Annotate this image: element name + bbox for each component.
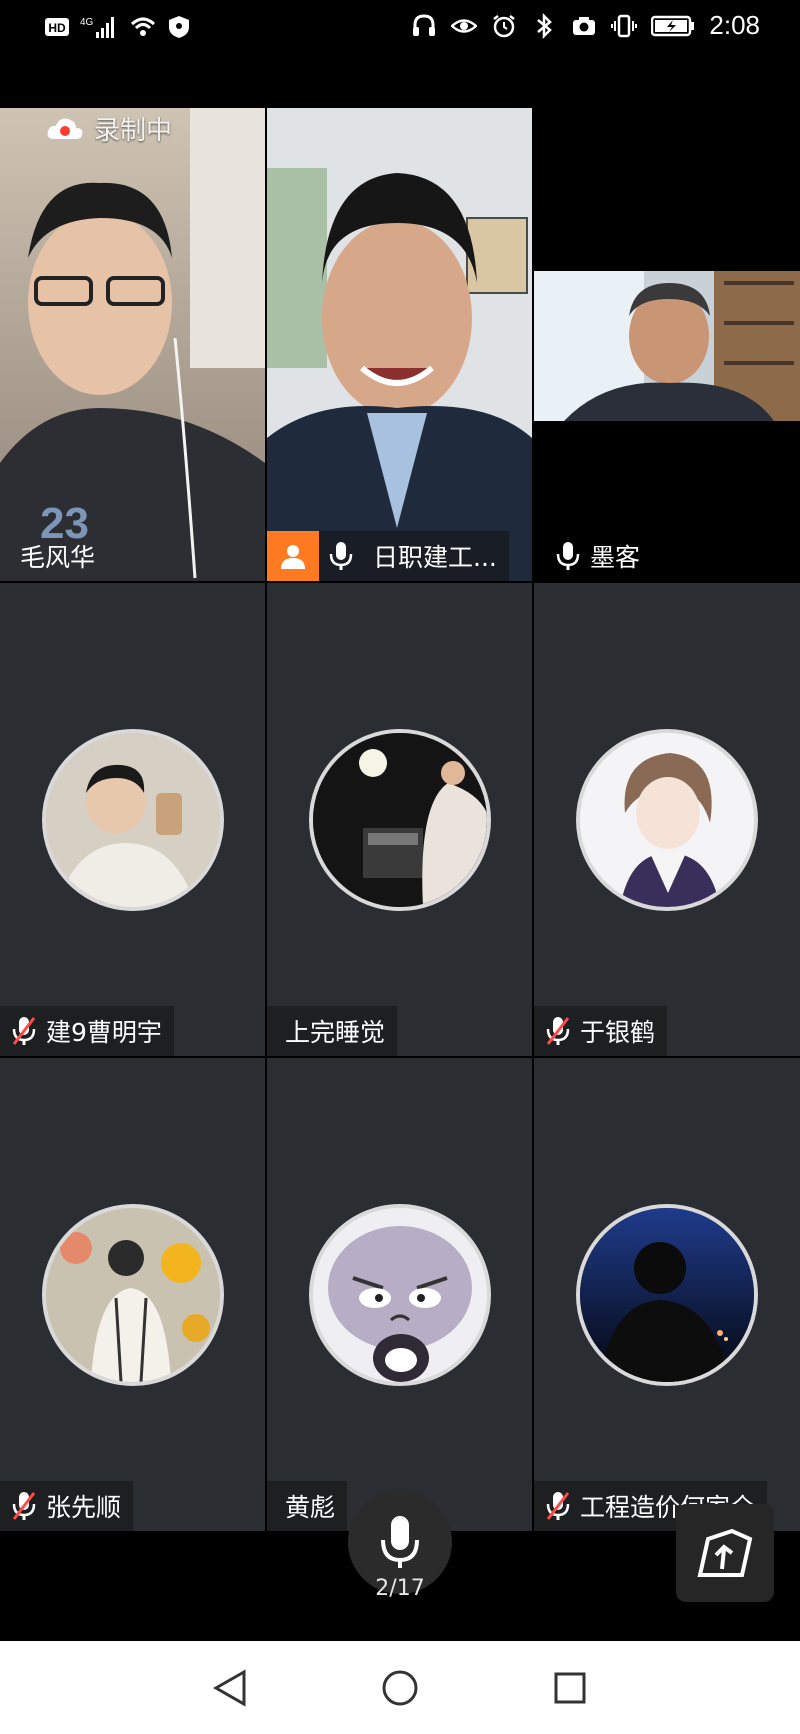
avatar xyxy=(308,728,491,911)
avatar xyxy=(576,1203,758,1386)
vibrate-icon xyxy=(611,14,638,37)
mic-on-icon xyxy=(329,542,353,570)
avatar-image xyxy=(580,1207,754,1382)
participant-grid: 23 录制中 毛风华 日职建工... 墨客 建9曹明宇 上完睡觉 于银鹤 张先顺… xyxy=(0,108,800,1531)
cloud-record-icon xyxy=(47,118,83,139)
avatar xyxy=(41,728,224,911)
system-nav-bar xyxy=(0,1641,800,1734)
hd-icon: HD xyxy=(45,18,69,36)
mic-muted-icon xyxy=(546,1492,570,1520)
participant-tile[interactable]: 上完睡觉 xyxy=(267,583,532,1056)
participant-tile[interactable]: 黄彪 xyxy=(267,1058,532,1531)
name-label-bar: 张先顺 xyxy=(0,1481,134,1531)
name-label-bar: 日职建工... xyxy=(267,531,509,581)
participant-name: 毛风华 xyxy=(20,543,96,572)
avatar xyxy=(576,728,758,911)
participant-name: 建9曹明宇 xyxy=(46,1018,162,1047)
4g-signal-icon: 4G xyxy=(80,17,114,38)
eye-icon xyxy=(451,18,478,33)
avatar-image xyxy=(580,732,754,907)
avatar xyxy=(41,1203,224,1386)
clock: 2:08 xyxy=(709,10,760,40)
back-icon xyxy=(212,1669,246,1707)
host-badge xyxy=(267,531,319,581)
svg-text:HD: HD xyxy=(48,21,66,35)
bluetooth-icon xyxy=(537,12,553,39)
headphones-icon xyxy=(413,13,436,36)
mic-muted-icon xyxy=(12,1017,36,1045)
status-bar: HD 4G 2:08 xyxy=(0,0,800,56)
name-label-bar: 毛风华 xyxy=(8,531,107,581)
participant-name: 日职建工... xyxy=(373,543,497,572)
nav-home-button[interactable] xyxy=(375,1663,425,1713)
participant-name: 张先顺 xyxy=(46,1493,122,1522)
recents-icon xyxy=(554,1672,586,1704)
wifi-icon xyxy=(130,17,156,36)
home-icon xyxy=(382,1670,418,1706)
mic-on-icon xyxy=(556,542,580,570)
recording-indicator: 录制中 xyxy=(46,110,172,147)
host-person-icon xyxy=(281,545,305,569)
participant-tile[interactable]: 张先顺 xyxy=(0,1058,265,1531)
participant-name: 黄彪 xyxy=(285,1493,336,1522)
microphone-icon xyxy=(381,1516,419,1568)
avatar-image xyxy=(45,732,220,907)
participant-tile[interactable]: 于银鹤 xyxy=(534,583,800,1056)
nav-back-button[interactable] xyxy=(205,1663,255,1713)
recording-label: 录制中 xyxy=(94,116,173,146)
battery-charging-icon xyxy=(651,15,695,36)
avatar-image xyxy=(312,732,487,907)
status-right: 2:08 xyxy=(411,10,760,41)
vpn-shield-icon xyxy=(169,16,189,38)
mic-muted-icon xyxy=(12,1492,36,1520)
avatar-image xyxy=(45,1207,220,1382)
camera-icon xyxy=(573,16,596,35)
participant-tile[interactable]: 日职建工... xyxy=(267,108,532,581)
avatar-image xyxy=(312,1207,487,1382)
avatar xyxy=(308,1203,491,1386)
name-label-bar: 建9曹明宇 xyxy=(0,1006,174,1056)
status-left: HD 4G xyxy=(44,14,192,40)
video-feed xyxy=(267,108,532,581)
alarm-icon xyxy=(493,14,516,37)
page-indicator: 2/17 xyxy=(375,1576,425,1601)
mic-muted-icon xyxy=(546,1017,570,1045)
name-label-bar: 黄彪 xyxy=(267,1481,348,1531)
participant-name: 墨客 xyxy=(590,543,641,572)
participant-name: 于银鹤 xyxy=(580,1018,656,1047)
video-feed: 23 xyxy=(0,108,265,581)
participant-tile[interactable]: 墨客 xyxy=(534,108,800,581)
share-screen-button[interactable] xyxy=(676,1504,774,1602)
participant-name: 上完睡觉 xyxy=(285,1018,386,1047)
nav-recents-button[interactable] xyxy=(545,1663,595,1713)
svg-text:4G: 4G xyxy=(80,17,94,28)
participant-tile[interactable]: 23 录制中 毛风华 xyxy=(0,108,265,581)
name-label-bar: 于银鹤 xyxy=(534,1006,668,1056)
share-screen-icon xyxy=(697,1528,753,1577)
name-label-bar: 墨客 xyxy=(544,531,652,581)
video-feed xyxy=(534,271,800,421)
participant-tile[interactable]: 工程造价何家全 xyxy=(534,1058,800,1531)
name-label-bar: 上完睡觉 xyxy=(267,1006,398,1056)
participant-tile[interactable]: 建9曹明宇 xyxy=(0,583,265,1056)
